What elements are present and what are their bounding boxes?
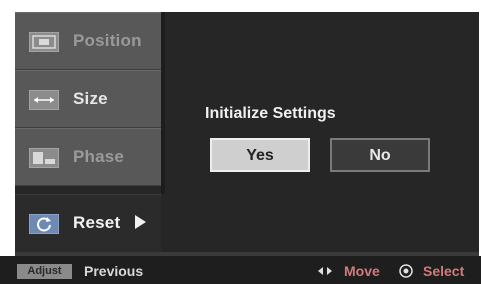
- menu-item-size-label: Size: [73, 89, 108, 108]
- select-hint: Select: [423, 263, 465, 279]
- adjust-key-badge: Adjust: [17, 264, 72, 279]
- size-icon: [29, 90, 59, 110]
- select-button-icon: [399, 264, 413, 278]
- menu-item-reset-label: Reset: [73, 213, 121, 232]
- menu-item-position[interactable]: Position: [15, 12, 161, 70]
- dialog-title: Initialize Settings: [205, 105, 336, 122]
- menu-item-phase-label: Phase: [73, 147, 125, 166]
- phase-icon: [29, 148, 59, 168]
- side-menu: Position Size Phase Reset: [15, 12, 161, 266]
- menu-item-reset[interactable]: Reset: [15, 194, 161, 252]
- osd-screen: Position Size Phase Reset Initialize Set…: [0, 0, 481, 284]
- menu-item-position-label: Position: [73, 31, 142, 50]
- no-button[interactable]: No: [330, 138, 430, 172]
- yes-button[interactable]: Yes: [210, 138, 310, 172]
- position-icon: [29, 32, 59, 52]
- submenu-arrow-icon: [135, 215, 146, 229]
- previous-hint: Previous: [84, 263, 144, 279]
- reset-icon: [29, 214, 59, 234]
- move-hint: Move: [344, 263, 380, 279]
- osd-panel: Position Size Phase Reset Initialize Set…: [15, 12, 479, 266]
- menu-item-size[interactable]: Size: [15, 70, 161, 128]
- menu-divider: [161, 12, 165, 194]
- menu-item-phase[interactable]: Phase: [15, 128, 161, 186]
- left-right-arrows-icon: [318, 267, 332, 275]
